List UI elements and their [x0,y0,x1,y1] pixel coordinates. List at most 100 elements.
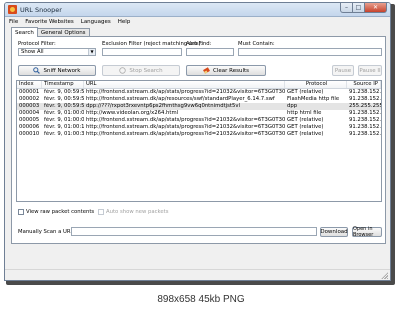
maximize-button[interactable]: □ [353,3,365,13]
cell-protocol: GET (relative) [287,89,324,95]
menu-bar: File Favorite Websites Languages Help [5,17,390,26]
stop-search-label: Stop Search [129,67,163,74]
search-tab-panel: Protocol Filter: Show All ▼ Exclusion Fi… [11,36,386,244]
cell-url: http://www.videolan.org/x264.html [86,110,179,116]
protocol-filter-select[interactable]: Show All ▼ [18,48,96,56]
column-timestamp[interactable]: Timestamp [42,81,84,88]
results-list[interactable]: Index Timestamp URL Protocol Source IP 0… [16,80,382,202]
column-url[interactable]: URL [84,81,285,88]
resize-grip-icon[interactable] [381,272,388,279]
cell-protocol: GET (relative) [287,131,324,137]
also-find-input[interactable] [186,48,234,56]
clear-results-label: Clear Results [213,67,249,74]
sniff-network-label: Sniff Network [43,67,81,74]
table-row[interactable]: 000004 févr. 9, 01:00:00 http://www.videol… [17,110,381,117]
stop-icon [119,67,127,74]
also-find-label: Also Find: [186,41,212,47]
cell-source-ip: 91.238.152.200 [349,124,381,130]
filter-row: Protocol Filter: Show All ▼ Exclusion Fi… [16,41,382,61]
clear-results-button[interactable]: Clear Results [186,65,266,76]
sniff-network-button[interactable]: Sniff Network [18,65,96,76]
auto-show-checkbox[interactable]: Auto show new packets [98,209,168,215]
chevron-down-icon[interactable]: ▼ [88,49,95,55]
exclusion-filter-input[interactable] [102,48,182,56]
cell-timestamp: févr. 9, 01:00:00 [44,117,84,123]
auto-show-label: Auto show new packets [106,209,169,215]
cell-timestamp: févr. 9, 00:59:51 [44,89,84,95]
cell-source-ip: 91.238.152.200 [349,117,381,123]
cell-protocol: FlashMedia http file [287,96,340,102]
raw-packets-label: View raw packet contents [26,209,95,215]
window-controls: – □ ✕ [340,3,387,13]
cell-source-ip: 255.255.255.255 [349,103,381,109]
column-protocol[interactable]: Protocol [285,81,347,88]
menu-file[interactable]: File [9,19,18,25]
table-row[interactable]: 000001 févr. 9, 00:59:51 http://frontend.x… [17,89,381,96]
menu-favorite-websites[interactable]: Favorite Websites [25,19,74,25]
manual-scan-label: Manually Scan a URL: [18,229,76,235]
cell-source-ip: 91.238.152.200 [349,89,381,95]
cell-timestamp: févr. 9, 01:00:32 [44,131,84,137]
url-snooper-app-icon [8,5,17,14]
window-title: URL Snooper [20,5,62,14]
cell-url: http://frontend.xstream.dk/ap/stats/prog… [86,131,285,137]
cell-url: http://frontend.xstream.dk/ap/resources/… [86,96,275,102]
close-button[interactable]: ✕ [365,3,387,13]
cell-index: 000005 [19,117,40,123]
column-index[interactable]: Index [17,81,42,88]
cell-protocol: GET (relative) [287,124,324,130]
must-contain-label: Must Contain: [238,41,275,47]
checkbox-box[interactable] [98,209,104,215]
cell-url: http://frontend.xstream.dk/ap/stats/prog… [86,117,285,123]
open-in-browser-button[interactable]: Open in Browser [352,226,382,238]
cell-index: 000010 [19,131,40,137]
results-header: Index Timestamp URL Protocol Source IP [17,81,381,89]
minimize-button[interactable]: – [340,3,353,13]
cell-timestamp: févr. 9, 01:00:11 [44,124,84,130]
image-caption: 898x658 45kb PNG [157,294,245,305]
cell-source-ip: 91.238.152.200 [349,131,381,137]
menu-languages[interactable]: Languages [81,19,111,25]
results-rows: 000001 févr. 9, 00:59:51 http://frontend.x… [17,89,381,138]
pause-button[interactable]: Pause [332,65,354,76]
cell-index: 000002 [19,96,40,102]
cell-source-ip: 91.238.152.129 [349,110,381,116]
title-bar[interactable]: URL Snooper – □ ✕ [5,3,390,17]
tab-search[interactable]: Search [11,27,38,37]
cell-url: http://frontend.xstream.dk/ap/stats/prog… [86,124,285,130]
cell-protocol: http html file [287,110,322,116]
must-contain-input[interactable] [238,48,382,56]
cell-timestamp: févr. 9, 00:59:51 [44,96,84,102]
protocol-filter-value: Show All [21,49,44,55]
eraser-icon [203,67,210,74]
table-row[interactable]: 000005 févr. 9, 01:00:00 http://frontend.x… [17,117,381,124]
cell-url: http://frontend.xstream.dk/ap/stats/prog… [86,89,285,95]
manual-scan-input[interactable] [71,227,317,236]
cell-timestamp: févr. 9, 01:00:00 [44,110,84,116]
download-button[interactable]: Download [320,227,348,237]
cell-source-ip: 91.238.152.200 [349,96,381,102]
checkbox-box[interactable] [18,209,24,215]
stop-search-button[interactable]: Stop Search [102,65,180,76]
raw-packets-checkbox[interactable]: View raw packet contents [18,209,94,215]
cell-index: 000001 [19,89,40,95]
cell-timestamp: févr. 9, 00:59:59 [44,103,84,109]
table-row[interactable]: 000010 févr. 9, 01:00:32 http://frontend.x… [17,131,381,138]
protocol-filter-label: Protocol Filter: [18,41,56,47]
bottom-controls: View raw packet contents Auto show new p… [16,207,382,242]
app-window: URL Snooper – □ ✕ File Favorite Websites… [4,2,391,281]
pause-play-button[interactable]: Pause II [358,65,382,76]
action-toolbar: Sniff Network Stop Search Clear Results … [16,65,382,77]
menu-help[interactable]: Help [118,19,131,25]
cell-index: 000003 [19,103,40,109]
cell-protocol: dpp [287,103,298,109]
cell-url: dpp://???/rxpot3rxevntp6ps2fhmthsg9vw6q0… [86,103,240,109]
status-bar [5,269,390,280]
table-row[interactable]: 000002 févr. 9, 00:59:51 http://frontend.x… [17,96,381,103]
cell-index: 000004 [19,110,40,116]
table-row[interactable]: 000003 févr. 9, 00:59:59 dpp://???/rxpot3r… [17,103,381,110]
table-row[interactable]: 000006 févr. 9, 01:00:11 http://frontend.x… [17,124,381,131]
magnifier-icon [33,67,41,74]
column-source-ip[interactable]: Source IP [347,81,381,88]
cell-protocol: GET (relative) [287,117,324,123]
